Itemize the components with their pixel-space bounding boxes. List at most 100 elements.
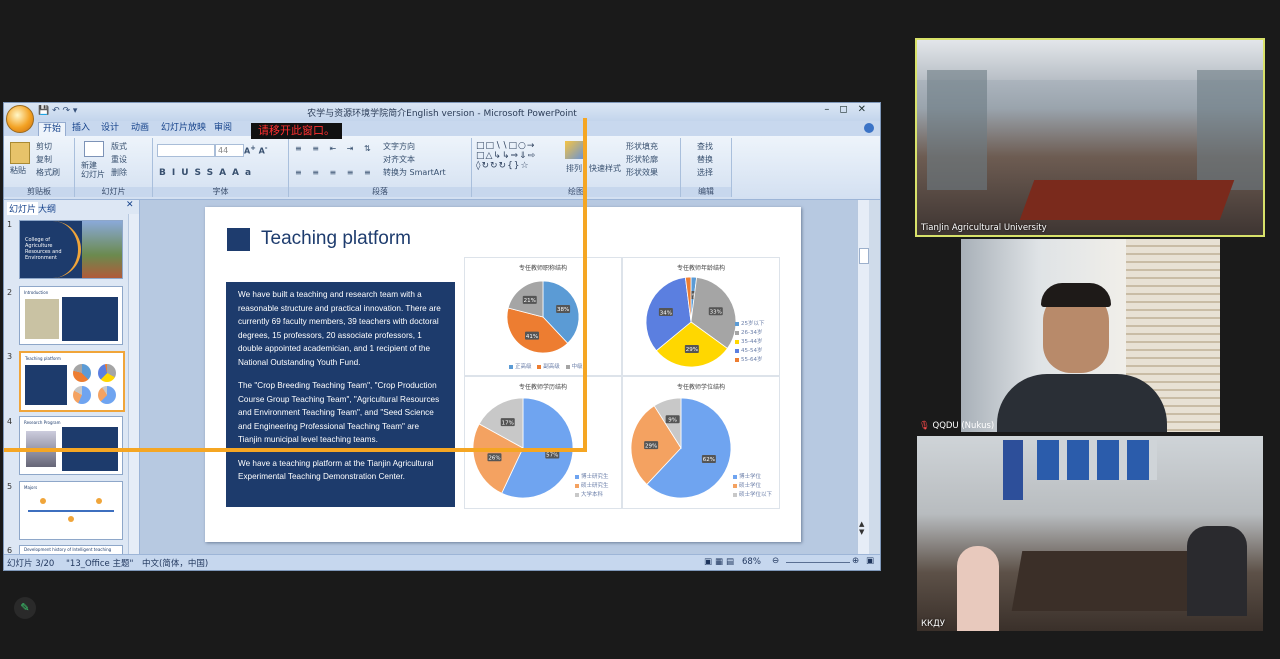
- format-painter-button[interactable]: 格式刷: [36, 167, 60, 178]
- thumb-number: 4: [7, 417, 13, 426]
- fit-window-icon[interactable]: ▣: [866, 556, 874, 566]
- align-text-button[interactable]: 对齐文本: [383, 154, 415, 165]
- slide-paragraph-1: We have built a teaching and research te…: [238, 290, 441, 367]
- find-button[interactable]: 查找: [697, 141, 713, 152]
- current-slide[interactable]: Teaching platform We have built a teachi…: [205, 207, 801, 542]
- tab-slideshow[interactable]: 幻灯片放映: [157, 122, 210, 135]
- chart-legend: 博士研究生 硕士研究生 大学本科: [575, 473, 609, 500]
- slide-thumb-2[interactable]: Introduction: [19, 286, 123, 345]
- shape-fill-button[interactable]: 形状填充: [626, 141, 658, 152]
- video-tile-kkdu[interactable]: ККДУ: [917, 436, 1263, 631]
- smartart-button[interactable]: 转换为 SmartArt: [383, 167, 446, 178]
- editing-group: 查找 替换 选择 编辑: [681, 138, 732, 197]
- legend-label: 35-44岁: [741, 339, 763, 345]
- slide-thumb-3-selected[interactable]: Teaching platform: [19, 351, 125, 412]
- close-panel-icon[interactable]: ✕: [126, 200, 134, 210]
- pen-icon[interactable]: ✎: [14, 597, 36, 619]
- slide-thumb-5[interactable]: Majors: [19, 481, 123, 540]
- person-hair: [1041, 283, 1111, 307]
- data-label: 29%: [686, 347, 698, 353]
- slide-editing-area: Teaching platform We have built a teachi…: [140, 200, 869, 554]
- panel-tabs: 幻灯片 大纲 ✕: [4, 200, 139, 215]
- legend-label: 副高级: [543, 364, 560, 370]
- font-grow-shrink-buttons[interactable]: A+ A-: [244, 144, 268, 156]
- quick-access-toolbar[interactable]: 💾 ↶ ↷ ▾: [38, 106, 77, 116]
- thumbnails-scrollbar[interactable]: [128, 214, 139, 554]
- participant-figure: [957, 546, 999, 631]
- tab-animation[interactable]: 动画: [127, 122, 153, 135]
- zoom-in-icon[interactable]: ⊕: [852, 556, 859, 566]
- slide-thumb-4[interactable]: Research Program: [19, 416, 123, 475]
- zoom-out-icon[interactable]: ⊖: [772, 556, 779, 566]
- shape-effects-button[interactable]: 形状效果: [626, 167, 658, 178]
- video-tile-qqdu[interactable]: [961, 239, 1220, 432]
- font-name-box[interactable]: [157, 144, 215, 157]
- font-style-buttons[interactable]: BIUSSAAa: [159, 168, 257, 178]
- tab-slides[interactable]: 幻灯片: [7, 202, 39, 215]
- slide-thumb-1[interactable]: College of Agriculture Resources and Env…: [19, 220, 123, 279]
- thumb2-photo: [25, 299, 59, 339]
- arrange-button[interactable]: 排列: [566, 163, 582, 174]
- paragraph-group: ≡ ≡ ⇤ ⇥ ⇅ ≡ ≡ ≡ ≡ ≡ 文字方向 对齐文本 转换为 SmartA…: [289, 138, 472, 197]
- view-buttons[interactable]: ▣▦▤: [704, 557, 737, 567]
- reset-button[interactable]: 重设: [111, 154, 127, 165]
- slide-text-box[interactable]: We have built a teaching and research te…: [226, 282, 455, 507]
- list-buttons[interactable]: ≡ ≡ ⇤ ⇥ ⇅: [295, 144, 375, 153]
- title-square-decor: [227, 228, 250, 251]
- paste-button[interactable]: 粘贴: [10, 165, 26, 176]
- meeting-table: [1011, 551, 1213, 611]
- new-slide-button[interactable]: 新建 幻灯片: [81, 161, 105, 179]
- text-direction-button[interactable]: 文字方向: [383, 141, 415, 152]
- office-button[interactable]: [6, 105, 34, 133]
- pie-chart-degree-structure[interactable]: 专任教师学位结构 62% 29% 9% 博士学位 硕士学位 硕士学位以下: [622, 376, 780, 509]
- tab-home[interactable]: 开始: [38, 122, 67, 136]
- slide-paragraph-2: The "Crop Breeding Teaching Team", "Crop…: [238, 381, 440, 444]
- scroll-thumb[interactable]: [859, 248, 869, 264]
- thumb5-title: Majors: [24, 485, 38, 490]
- thumb-number: 2: [7, 288, 13, 297]
- legend-label: 硕士学位: [739, 483, 762, 489]
- legend-label: 硕士研究生: [581, 483, 609, 489]
- data-label: 41%: [526, 334, 538, 340]
- wall-posters: [1037, 440, 1157, 480]
- shape-outline-button[interactable]: 形状轮廓: [626, 154, 658, 165]
- delete-slide-button[interactable]: 删除: [111, 167, 127, 178]
- powerpoint-window: 农学与资源环境学院简介English version - Microsoft P…: [3, 102, 881, 571]
- clipboard-group: 粘贴 剪切 复制 格式刷 剪贴板: [4, 138, 75, 197]
- window-title: 农学与资源环境学院简介English version - Microsoft P…: [307, 109, 577, 119]
- participant-figure: [1187, 526, 1247, 616]
- tab-review[interactable]: 审阅: [210, 122, 236, 135]
- slide-title[interactable]: Teaching platform: [261, 228, 411, 250]
- quick-styles-button[interactable]: 快速样式: [589, 163, 621, 174]
- select-button[interactable]: 选择: [697, 167, 713, 178]
- cabinet: [1197, 70, 1263, 190]
- window-controls[interactable]: –◻✕: [824, 104, 876, 115]
- chart-legend: 博士学位 硕士学位 硕士学位以下: [733, 473, 772, 500]
- font-label: 字体: [153, 187, 288, 197]
- tab-design[interactable]: 设计: [97, 122, 123, 135]
- pie-chart-title-structure[interactable]: 专任教师职称结构 38% 41% 21% 正高级 副高级 中级: [464, 257, 622, 376]
- chart-legend: 正高级 副高级 中级: [509, 362, 583, 370]
- help-icon[interactable]: [864, 123, 874, 133]
- shapes-gallery[interactable]: □□∖∖□○→ □△↳↳⇒⇓⇨ ◊↻↻↻{}☆: [476, 141, 536, 171]
- pie-chart-age-structure[interactable]: 专任教师年龄结构 2% 33% 29% 34% 25岁以下 26-34岁 35-44岁…: [622, 257, 780, 376]
- pie-chart-education-structure[interactable]: 专任教师学历结构 57% 26% 17% 博士研究生 硕士研究生 大学本科: [464, 376, 622, 509]
- align-buttons[interactable]: ≡ ≡ ≡ ≡ ≡: [295, 168, 375, 177]
- copy-button[interactable]: 复制: [36, 154, 52, 165]
- legend-label: 中级: [571, 364, 583, 370]
- layout-button[interactable]: 版式: [111, 141, 127, 152]
- cut-button[interactable]: 剪切: [36, 141, 52, 152]
- annotation-line: [583, 118, 587, 452]
- tab-outline[interactable]: 大纲: [38, 202, 56, 215]
- data-label: 62%: [703, 457, 715, 463]
- slide-scrollbar[interactable]: ▲ ▼: [857, 200, 869, 554]
- replace-button[interactable]: 替换: [697, 154, 713, 165]
- font-size-box[interactable]: 44: [215, 144, 244, 157]
- ribbon: 粘贴 剪切 复制 格式刷 剪贴板 新建 幻灯片 版式 重设 删除 幻灯片 44 …: [4, 136, 880, 200]
- prev-next-slide-icon[interactable]: ▲ ▼: [859, 520, 864, 536]
- video-tile-tianjin[interactable]: TianJin Agricultural University: [915, 38, 1265, 237]
- ribbon-tabs: 开始 插入 设计 动画 幻灯片放映 审阅: [4, 121, 880, 136]
- tab-insert[interactable]: 插入: [68, 122, 94, 135]
- font-group: 44 A+ A- BIUSSAAa 字体: [153, 138, 289, 197]
- zoom-slider[interactable]: [786, 562, 850, 563]
